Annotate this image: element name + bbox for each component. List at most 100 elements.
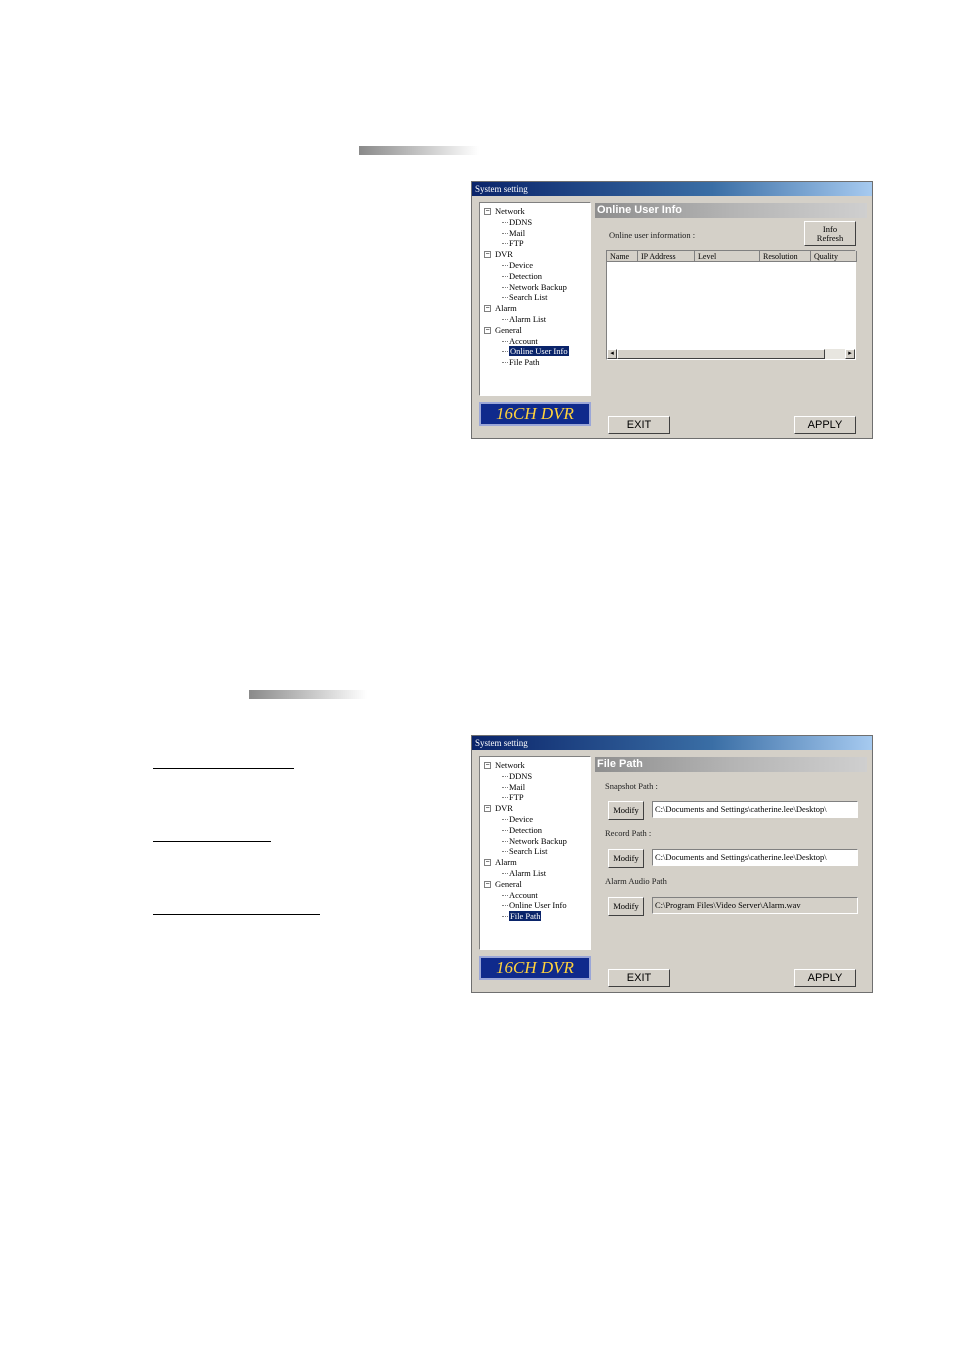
- tree-item-alarm-list[interactable]: Alarm List: [509, 314, 546, 324]
- tree-item-mail[interactable]: Mail: [509, 228, 525, 238]
- window-title-bar[interactable]: System setting: [472, 736, 872, 750]
- tree-connector-line: [502, 797, 508, 799]
- tree-connector-line: [502, 297, 508, 299]
- tree-item-search-list[interactable]: Search List: [509, 846, 547, 856]
- settings-tree[interactable]: − Network DDNS Mail FTP − DVR Device Detection Ne…: [479, 202, 591, 396]
- tree-connector-line: [502, 275, 508, 277]
- scroll-left-arrow-icon[interactable]: ◂: [607, 349, 617, 359]
- tree-connector-line: [502, 362, 508, 364]
- tree-connector-line: [502, 819, 508, 820]
- tree-connector-line: [502, 319, 508, 320]
- tree-expander-minus-icon[interactable]: −: [484, 805, 491, 813]
- window-title-bar[interactable]: System setting: [472, 182, 872, 196]
- tree-item-dvr[interactable]: DVR: [495, 249, 513, 259]
- tree-item-account[interactable]: Account: [509, 890, 538, 900]
- tree-item-ddns[interactable]: DDNS: [509, 771, 532, 781]
- tree-expander-minus-icon[interactable]: −: [484, 305, 491, 313]
- tree-connector-line: [502, 829, 508, 831]
- dvr-logo: 16CH DVR: [479, 956, 591, 980]
- underline-rule-2: [153, 841, 271, 842]
- record-path-label: Record Path :: [605, 828, 652, 838]
- column-header-level[interactable]: Level: [695, 251, 760, 262]
- info-refresh-button[interactable]: Info Refresh: [804, 221, 856, 246]
- tree-connector-line: [502, 243, 508, 245]
- tree-connector-line: [502, 905, 508, 907]
- snapshot-path-label: Snapshot Path :: [605, 781, 658, 791]
- tree-item-ftp[interactable]: FTP: [509, 792, 524, 802]
- tree-item-account[interactable]: Account: [509, 336, 538, 346]
- tree-item-online-user-info[interactable]: Online User Info: [509, 900, 567, 910]
- tree-item-detection[interactable]: Detection: [509, 825, 542, 835]
- tree-connector-line: [502, 851, 508, 853]
- tree-connector-line: [502, 916, 508, 918]
- tree-item-alarm[interactable]: Alarm: [495, 303, 517, 313]
- tree-item-network[interactable]: Network: [495, 760, 525, 770]
- tree-expander-minus-icon[interactable]: −: [484, 251, 491, 259]
- tree-item-network-backup[interactable]: Network Backup: [509, 836, 567, 846]
- tree-expander-minus-icon[interactable]: −: [484, 859, 491, 867]
- tree-item-mail[interactable]: Mail: [509, 782, 525, 792]
- tree-connector-line: [502, 786, 508, 788]
- column-header-quality[interactable]: Quality: [811, 251, 857, 262]
- apply-button[interactable]: APPLY: [794, 416, 856, 434]
- apply-button[interactable]: APPLY: [794, 969, 856, 987]
- alarm-audio-modify-button[interactable]: Modify: [608, 897, 644, 916]
- tree-connector-line: [502, 775, 508, 777]
- column-header-resolution[interactable]: Resolution: [760, 251, 811, 262]
- tree-item-device[interactable]: Device: [509, 814, 533, 824]
- tree-item-file-path[interactable]: File Path: [509, 911, 542, 922]
- snapshot-path-field[interactable]: C:\Documents and Settings\catherine.lee\…: [652, 801, 858, 818]
- underline-rule-3: [153, 914, 320, 915]
- tree-expander-minus-icon[interactable]: −: [484, 326, 491, 334]
- tree-item-ftp[interactable]: FTP: [509, 238, 524, 248]
- tree-expander-minus-icon[interactable]: −: [484, 880, 491, 888]
- tree-connector-line: [502, 351, 508, 353]
- panel-title: Online User Info: [595, 203, 867, 218]
- tree-connector-line: [502, 340, 508, 342]
- snapshot-modify-button[interactable]: Modify: [608, 801, 644, 820]
- alarm-audio-path-field[interactable]: C:\Program Files\Video Server\Alarm.wav: [652, 897, 858, 914]
- tree-connector-line: [502, 840, 508, 842]
- dvr-logo: 16CH DVR: [479, 402, 591, 426]
- horizontal-scrollbar[interactable]: ◂ ▸: [607, 349, 855, 359]
- tree-item-detection[interactable]: Detection: [509, 271, 542, 281]
- exit-button[interactable]: EXIT: [608, 416, 670, 434]
- exit-button[interactable]: EXIT: [608, 969, 670, 987]
- tree-item-general[interactable]: General: [495, 879, 522, 889]
- tree-connector-line: [502, 232, 508, 234]
- tree-expander-minus-icon[interactable]: −: [484, 208, 491, 215]
- record-modify-button[interactable]: Modify: [608, 849, 644, 868]
- online-user-list[interactable]: Name IP Address Level Resolution Quality…: [606, 250, 857, 360]
- record-path-field[interactable]: C:\Documents and Settings\catherine.lee\…: [652, 849, 858, 866]
- scroll-right-arrow-icon[interactable]: ▸: [845, 349, 855, 359]
- column-header-name[interactable]: Name: [607, 251, 638, 262]
- tree-item-search-list[interactable]: Search List: [509, 292, 547, 302]
- scroll-thumb[interactable]: [617, 349, 825, 359]
- section-header-bar-1: [359, 146, 479, 155]
- tree-expander-minus-icon[interactable]: −: [484, 762, 491, 769]
- info-refresh-line2: Refresh: [816, 233, 844, 243]
- tree-connector-line: [502, 873, 508, 874]
- tree-connector-line: [502, 265, 508, 266]
- section-header-bar-2: [249, 690, 367, 699]
- system-setting-window-file-path: System setting − Network DDNS Mail FTP − DVR De…: [471, 735, 873, 993]
- underline-rule-1: [153, 768, 294, 769]
- system-setting-window-online-user-info: System setting − Network DDNS Mail FTP − DVR De…: [471, 181, 873, 439]
- online-user-label: Online user information :: [609, 230, 696, 240]
- tree-connector-line: [502, 286, 508, 288]
- settings-tree[interactable]: − Network DDNS Mail FTP − DVR Device Detection Ne…: [479, 756, 591, 950]
- tree-item-network[interactable]: Network: [495, 206, 525, 216]
- tree-item-device[interactable]: Device: [509, 260, 533, 270]
- column-header-ip-address[interactable]: IP Address: [638, 251, 695, 262]
- tree-item-network-backup[interactable]: Network Backup: [509, 282, 567, 292]
- tree-connector-line: [502, 894, 508, 896]
- alarm-audio-path-label: Alarm Audio Path: [605, 876, 667, 886]
- tree-item-dvr[interactable]: DVR: [495, 803, 513, 813]
- tree-item-file-path[interactable]: File Path: [509, 357, 539, 367]
- panel-title: File Path: [595, 757, 867, 772]
- tree-item-ddns[interactable]: DDNS: [509, 217, 532, 227]
- tree-item-alarm[interactable]: Alarm: [495, 857, 517, 867]
- tree-item-alarm-list[interactable]: Alarm List: [509, 868, 546, 878]
- tree-item-online-user-info[interactable]: Online User Info: [509, 346, 569, 357]
- tree-item-general[interactable]: General: [495, 325, 522, 335]
